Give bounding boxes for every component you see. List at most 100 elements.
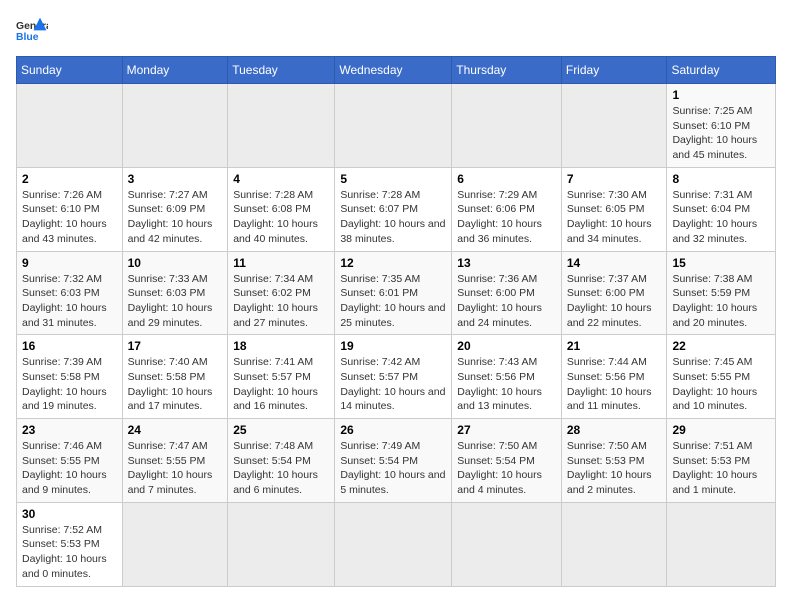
day-info: Sunrise: 7:25 AMSunset: 6:10 PMDaylight:…: [672, 104, 770, 163]
calendar-cell: 30 Sunrise: 7:52 AMSunset: 5:53 PMDayligh…: [17, 502, 123, 586]
calendar-week-2: 2 Sunrise: 7:26 AMSunset: 6:10 PMDaylight…: [17, 167, 776, 251]
day-info: Sunrise: 7:40 AMSunset: 5:58 PMDaylight:…: [128, 355, 223, 414]
day-info: Sunrise: 7:41 AMSunset: 5:57 PMDaylight:…: [233, 355, 329, 414]
day-info: Sunrise: 7:27 AMSunset: 6:09 PMDaylight:…: [128, 188, 223, 247]
logo: General Blue: [16, 16, 48, 44]
calendar-cell: 25 Sunrise: 7:48 AMSunset: 5:54 PMDayligh…: [228, 419, 335, 503]
day-info: Sunrise: 7:37 AMSunset: 6:00 PMDaylight:…: [567, 272, 662, 331]
day-number: 12: [340, 256, 446, 270]
day-number: 18: [233, 339, 329, 353]
day-number: 21: [567, 339, 662, 353]
day-info: Sunrise: 7:39 AMSunset: 5:58 PMDaylight:…: [22, 355, 117, 414]
day-number: 29: [672, 423, 770, 437]
day-number: 5: [340, 172, 446, 186]
calendar-cell: [561, 84, 667, 168]
calendar-cell: 3Sunrise: 7:27 AMSunset: 6:09 PMDaylight…: [122, 167, 228, 251]
day-number: 13: [457, 256, 556, 270]
day-number: 22: [672, 339, 770, 353]
calendar-cell: [335, 84, 452, 168]
day-info: Sunrise: 7:28 AMSunset: 6:07 PMDaylight:…: [340, 188, 446, 247]
calendar-week-3: 9 Sunrise: 7:32 AMSunset: 6:03 PMDaylight…: [17, 251, 776, 335]
day-number: 11: [233, 256, 329, 270]
day-info: Sunrise: 7:45 AMSunset: 5:55 PMDaylight:…: [672, 355, 770, 414]
calendar-cell: [335, 502, 452, 586]
day-number: 6: [457, 172, 556, 186]
calendar-cell: 29 Sunrise: 7:51 AMSunset: 5:53 PMDayligh…: [667, 419, 776, 503]
calendar-week-4: 16 Sunrise: 7:39 AMSunset: 5:58 PMDayligh…: [17, 335, 776, 419]
day-number: 7: [567, 172, 662, 186]
calendar-cell: 4 Sunrise: 7:28 AMSunset: 6:08 PMDaylight…: [228, 167, 335, 251]
day-info: Sunrise: 7:49 AMSunset: 5:54 PMDaylight:…: [340, 439, 446, 498]
day-number: 16: [22, 339, 117, 353]
day-info: Sunrise: 7:51 AMSunset: 5:53 PMDaylight:…: [672, 439, 770, 498]
day-number: 1: [672, 88, 770, 102]
day-info: Sunrise: 7:32 AMSunset: 6:03 PMDaylight:…: [22, 272, 117, 331]
calendar-cell: 2 Sunrise: 7:26 AMSunset: 6:10 PMDaylight…: [17, 167, 123, 251]
calendar-body: 1 Sunrise: 7:25 AMSunset: 6:10 PMDaylight…: [17, 84, 776, 587]
day-number: 20: [457, 339, 556, 353]
calendar-cell: [561, 502, 667, 586]
day-number: 10: [128, 256, 223, 270]
day-info: Sunrise: 7:38 AMSunset: 5:59 PMDaylight:…: [672, 272, 770, 331]
calendar-week-1: 1 Sunrise: 7:25 AMSunset: 6:10 PMDaylight…: [17, 84, 776, 168]
calendar-cell: 6 Sunrise: 7:29 AMSunset: 6:06 PMDaylight…: [452, 167, 562, 251]
calendar-cell: [667, 502, 776, 586]
weekday-header-wednesday: Wednesday: [335, 57, 452, 84]
weekday-header-saturday: Saturday: [667, 57, 776, 84]
weekday-header-friday: Friday: [561, 57, 667, 84]
day-info: Sunrise: 7:28 AMSunset: 6:08 PMDaylight:…: [233, 188, 329, 247]
day-number: 24: [128, 423, 223, 437]
day-number: 14: [567, 256, 662, 270]
calendar-cell: 21Sunrise: 7:44 AMSunset: 5:56 PMDayligh…: [561, 335, 667, 419]
day-info: Sunrise: 7:52 AMSunset: 5:53 PMDaylight:…: [22, 523, 117, 582]
calendar-cell: [122, 502, 228, 586]
calendar-cell: 27 Sunrise: 7:50 AMSunset: 5:54 PMDayligh…: [452, 419, 562, 503]
day-info: Sunrise: 7:36 AMSunset: 6:00 PMDaylight:…: [457, 272, 556, 331]
day-info: Sunrise: 7:30 AMSunset: 6:05 PMDaylight:…: [567, 188, 662, 247]
day-number: 30: [22, 507, 117, 521]
calendar-week-6: 30 Sunrise: 7:52 AMSunset: 5:53 PMDayligh…: [17, 502, 776, 586]
calendar-header: SundayMondayTuesdayWednesdayThursdayFrid…: [17, 57, 776, 84]
calendar-cell: 11Sunrise: 7:34 AMSunset: 6:02 PMDayligh…: [228, 251, 335, 335]
day-info: Sunrise: 7:47 AMSunset: 5:55 PMDaylight:…: [128, 439, 223, 498]
day-number: 25: [233, 423, 329, 437]
day-info: Sunrise: 7:29 AMSunset: 6:06 PMDaylight:…: [457, 188, 556, 247]
calendar-cell: 16 Sunrise: 7:39 AMSunset: 5:58 PMDayligh…: [17, 335, 123, 419]
day-number: 4: [233, 172, 329, 186]
day-info: Sunrise: 7:26 AMSunset: 6:10 PMDaylight:…: [22, 188, 117, 247]
day-info: Sunrise: 7:46 AMSunset: 5:55 PMDaylight:…: [22, 439, 117, 498]
calendar-cell: 26 Sunrise: 7:49 AMSunset: 5:54 PMDayligh…: [335, 419, 452, 503]
day-number: 19: [340, 339, 446, 353]
day-info: Sunrise: 7:42 AMSunset: 5:57 PMDaylight:…: [340, 355, 446, 414]
day-number: 26: [340, 423, 446, 437]
day-info: Sunrise: 7:43 AMSunset: 5:56 PMDaylight:…: [457, 355, 556, 414]
day-number: 9: [22, 256, 117, 270]
weekday-header-thursday: Thursday: [452, 57, 562, 84]
calendar-week-5: 23 Sunrise: 7:46 AMSunset: 5:55 PMDayligh…: [17, 419, 776, 503]
day-info: Sunrise: 7:50 AMSunset: 5:54 PMDaylight:…: [457, 439, 556, 498]
day-number: 15: [672, 256, 770, 270]
weekday-header-monday: Monday: [122, 57, 228, 84]
calendar-cell: 7 Sunrise: 7:30 AMSunset: 6:05 PMDaylight…: [561, 167, 667, 251]
day-number: 2: [22, 172, 117, 186]
day-number: 27: [457, 423, 556, 437]
calendar-cell: 23 Sunrise: 7:46 AMSunset: 5:55 PMDayligh…: [17, 419, 123, 503]
day-number: 28: [567, 423, 662, 437]
calendar-cell: 8Sunrise: 7:31 AMSunset: 6:04 PMDaylight…: [667, 167, 776, 251]
calendar-table: SundayMondayTuesdayWednesdayThursdayFrid…: [16, 56, 776, 587]
day-number: 23: [22, 423, 117, 437]
calendar-cell: [228, 502, 335, 586]
day-info: Sunrise: 7:48 AMSunset: 5:54 PMDaylight:…: [233, 439, 329, 498]
day-info: Sunrise: 7:33 AMSunset: 6:03 PMDaylight:…: [128, 272, 223, 331]
calendar-cell: 20 Sunrise: 7:43 AMSunset: 5:56 PMDayligh…: [452, 335, 562, 419]
page-header: General Blue: [16, 16, 776, 44]
calendar-cell: 15 Sunrise: 7:38 AMSunset: 5:59 PMDayligh…: [667, 251, 776, 335]
calendar-cell: [452, 84, 562, 168]
weekday-header-sunday: Sunday: [17, 57, 123, 84]
calendar-cell: 24 Sunrise: 7:47 AMSunset: 5:55 PMDayligh…: [122, 419, 228, 503]
calendar-cell: 18 Sunrise: 7:41 AMSunset: 5:57 PMDayligh…: [228, 335, 335, 419]
calendar-cell: [17, 84, 123, 168]
day-number: 17: [128, 339, 223, 353]
calendar-cell: 17 Sunrise: 7:40 AMSunset: 5:58 PMDayligh…: [122, 335, 228, 419]
calendar-cell: 10 Sunrise: 7:33 AMSunset: 6:03 PMDayligh…: [122, 251, 228, 335]
